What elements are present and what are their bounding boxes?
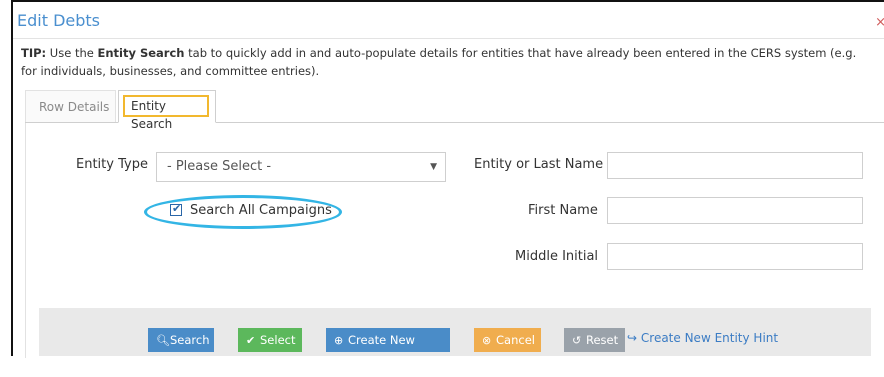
dialog-title: Edit Debts	[17, 11, 100, 30]
panel-left-border	[25, 123, 26, 358]
share-icon: ↪	[627, 331, 638, 345]
search-icon: 🔍︎	[156, 334, 170, 347]
select-button[interactable]: ✔ Select	[238, 328, 302, 352]
chevron-down-icon: ▼	[430, 162, 437, 172]
reset-button[interactable]: ↺ Reset	[564, 328, 625, 352]
middle-initial-label: Middle Initial	[515, 249, 599, 264]
entity-type-label: Entity Type	[76, 157, 148, 172]
search-button-label: Search	[170, 333, 210, 347]
middle-initial-input[interactable]	[607, 243, 863, 270]
tab-row-details[interactable]: Row Details	[25, 90, 116, 122]
entity-type-value: - Please Select -	[167, 159, 272, 174]
plus-circle-icon: ⊕	[334, 334, 344, 347]
tab-entity-search-label: Entity Search	[123, 95, 209, 131]
tip-text: TIP: Use the Entity Search tab to quickl…	[21, 44, 871, 80]
tab-entity-search[interactable]: Entity Search	[118, 90, 216, 131]
create-new-entity-button[interactable]: ⊕ Create New Entity	[326, 328, 450, 372]
tip-prefix: TIP:	[21, 46, 47, 60]
check-icon: ✔	[172, 202, 182, 215]
select-button-label: Select	[260, 333, 296, 347]
reset-button-label: Reset	[586, 333, 619, 347]
close-icon[interactable]: ×	[875, 15, 884, 30]
create-new-entity-hint-link[interactable]: ↪ Create New Entity Hint	[627, 331, 778, 345]
search-all-campaigns-label: Search All Campaigns	[190, 203, 332, 218]
close-circle-icon: ⊗	[482, 334, 492, 347]
dialog-title-bar: Edit Debts ×	[13, 2, 884, 39]
create-new-entity-hint-label: Create New Entity Hint	[640, 331, 779, 345]
entity-or-last-name-label: Entity or Last Name	[474, 157, 604, 172]
cancel-button-label: Cancel	[496, 333, 535, 347]
entity-type-select[interactable]: - Please Select - ▼	[156, 152, 446, 182]
check-icon: ✔	[246, 334, 256, 347]
undo-icon: ↺	[572, 334, 582, 347]
edit-debts-dialog: Edit Debts × TIP: Use the Entity Search …	[13, 2, 884, 358]
entity-or-last-name-input[interactable]	[607, 152, 863, 179]
first-name-label: First Name	[528, 203, 598, 218]
search-button[interactable]: 🔍︎Search	[148, 328, 214, 352]
first-name-input[interactable]	[607, 197, 863, 224]
search-all-campaigns-checkbox[interactable]: ✔	[170, 202, 182, 216]
tip-text-before: Use the	[46, 46, 98, 60]
tip-bold-entity-search: Entity Search	[97, 46, 185, 60]
cancel-button[interactable]: ⊗ Cancel	[474, 328, 541, 352]
